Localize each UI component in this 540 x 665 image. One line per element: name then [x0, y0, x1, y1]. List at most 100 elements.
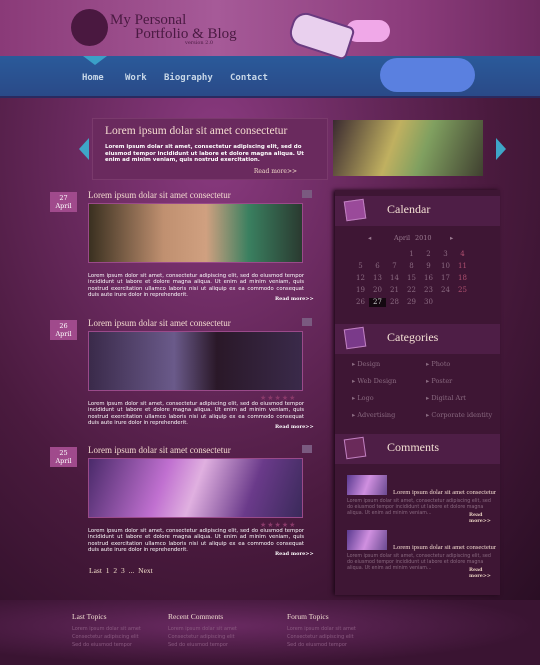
comment-read-more[interactable]: Read more>>: [469, 512, 497, 524]
category-label: Design: [357, 360, 381, 368]
calendar-day[interactable]: 9: [420, 262, 437, 271]
post-image[interactable]: [88, 458, 303, 518]
category-link[interactable]: ▸ Web Design: [352, 377, 426, 385]
footer-link[interactable]: Consectetur adipiscing elit: [168, 633, 237, 641]
calendar-day[interactable]: 16: [420, 274, 437, 283]
featured-read-more[interactable]: Read more>>: [254, 168, 297, 175]
calendar-year: 2010: [415, 234, 432, 242]
footer-link[interactable]: Consectetur adipiscing elit: [72, 633, 141, 641]
calendar-title: Calendar: [387, 202, 431, 216]
calendar-prev-icon[interactable]: ◂: [368, 234, 371, 242]
blog-post: 25 April Lorem ipsum dolar sit amet conse…: [48, 445, 316, 563]
featured-image[interactable]: [333, 120, 483, 176]
calendar-empty-cell: [369, 250, 386, 259]
comment-item: Lorem ipsum dolar sit amet consectetur L…: [347, 530, 497, 580]
post-image[interactable]: [88, 331, 303, 391]
category-label: Digital Art: [431, 394, 466, 402]
categories-list: ▸ Design ▸ Photo ▸ Web Design ▸ Poster ▸…: [352, 360, 506, 419]
calendar-day-today[interactable]: 27: [369, 298, 386, 307]
calendar-day[interactable]: 4: [454, 250, 471, 259]
calendar-day[interactable]: 20: [369, 286, 386, 295]
nav-biography[interactable]: Biography: [164, 73, 213, 83]
post-read-more[interactable]: Read more>>: [275, 296, 314, 302]
calendar-month: April: [394, 234, 411, 242]
category-label: Photo: [431, 360, 451, 368]
footer-heading: Recent Comments: [168, 612, 224, 621]
pager-pages[interactable]: 1 2 3 ...: [106, 566, 135, 575]
blog-post: 26 April Lorem ipsum dolar sit amet conse…: [48, 318, 316, 436]
post-title[interactable]: Lorem ipsum dolar sit amet consectetur: [88, 445, 231, 455]
calendar-day[interactable]: 17: [437, 274, 454, 283]
calendar-day[interactable]: 8: [403, 262, 420, 271]
comment-bubble-icon[interactable]: [302, 190, 312, 198]
calendar-day[interactable]: 22: [403, 286, 420, 295]
comment-bubble-icon[interactable]: [302, 318, 312, 326]
calendar-day[interactable]: 29: [403, 298, 420, 307]
nav-home[interactable]: Home: [82, 73, 104, 83]
footer-link[interactable]: Lorem ipsum dolar sit amet: [72, 625, 141, 633]
calendar-day[interactable]: 28: [386, 298, 403, 307]
comment-title[interactable]: Lorem ipsum dolar sit amet consectetur: [393, 544, 496, 551]
calendar-day[interactable]: 10: [437, 262, 454, 271]
category-link[interactable]: ▸ Advertising: [352, 411, 426, 419]
nav-contact[interactable]: Contact: [230, 73, 268, 83]
calendar-day[interactable]: 7: [386, 262, 403, 271]
category-link[interactable]: ▸ Digital Art: [426, 394, 506, 402]
post-title[interactable]: Lorem ipsum dolar sit amet consectetur: [88, 318, 231, 328]
calendar-day[interactable]: 2: [420, 250, 437, 259]
category-label: Web Design: [357, 377, 397, 385]
calendar-day[interactable]: 19: [352, 286, 369, 295]
featured-title[interactable]: Lorem ipsum dolar sit amet consectetur: [105, 125, 287, 137]
calendar-day[interactable]: 25: [454, 286, 471, 295]
slider-next-arrow-icon[interactable]: [496, 138, 506, 160]
calendar-header: Calendar: [335, 196, 500, 226]
pager-next[interactable]: Next: [138, 566, 153, 575]
category-link[interactable]: ▸ Logo: [352, 394, 426, 402]
footer-link[interactable]: Lorem ipsum dolar sit amet: [287, 625, 356, 633]
calendar-day[interactable]: 23: [420, 286, 437, 295]
comments-note-icon: [343, 436, 367, 460]
slider-prev-arrow-icon[interactable]: [79, 138, 89, 160]
footer-link[interactable]: Sed do eiusmod tempor: [72, 641, 141, 649]
calendar-day[interactable]: 12: [352, 274, 369, 283]
calendar-day[interactable]: 21: [386, 286, 403, 295]
footer-link[interactable]: Sed do eiusmod tempor: [287, 641, 356, 649]
comment-title[interactable]: Lorem ipsum dolar sit amet consectetur: [393, 489, 496, 496]
nav-work[interactable]: Work: [125, 73, 147, 83]
post-image[interactable]: [88, 203, 303, 263]
comment-thumbnail[interactable]: [347, 475, 387, 495]
category-link[interactable]: ▸ Corporate identity: [426, 411, 506, 419]
post-read-more[interactable]: Read more>>: [275, 424, 314, 430]
categories-folder-icon: [343, 326, 367, 350]
footer-heading: Last Topics: [72, 612, 107, 621]
calendar-day[interactable]: 6: [369, 262, 386, 271]
calendar-day[interactable]: 14: [386, 274, 403, 283]
pager-last[interactable]: Last: [89, 566, 102, 575]
blog-post: 27 April Lorem ipsum dolar sit amet conse…: [48, 190, 316, 308]
calendar-next-icon[interactable]: ▸: [450, 234, 453, 242]
comment-thumbnail[interactable]: [347, 530, 387, 550]
calendar-day[interactable]: 1: [403, 250, 420, 259]
comment-read-more[interactable]: Read more>>: [469, 567, 497, 579]
comment-bubble-icon[interactable]: [302, 445, 312, 453]
footer-link[interactable]: Consectetur adipiscing elit: [287, 633, 356, 641]
calendar-day[interactable]: 18: [454, 274, 471, 283]
calendar-day[interactable]: 11: [454, 262, 471, 271]
calendar-day[interactable]: 5: [352, 262, 369, 271]
calendar-day[interactable]: 3: [437, 250, 454, 259]
footer-link[interactable]: Lorem ipsum dolar sit amet: [168, 625, 237, 633]
category-link[interactable]: ▸ Photo: [426, 360, 506, 368]
calendar-day[interactable]: 26: [352, 298, 369, 307]
post-title[interactable]: Lorem ipsum dolar sit amet consectetur: [88, 190, 231, 200]
calendar-day[interactable]: 15: [403, 274, 420, 283]
date-day: 27: [59, 194, 68, 202]
logo-icon[interactable]: [71, 9, 108, 46]
sidebar: Calendar ◂ April 2010 ▸ 1 2 3 4 5 6 7 8 9 10 11 12 1…: [335, 190, 500, 595]
category-link[interactable]: ▸ Design: [352, 360, 426, 368]
category-link[interactable]: ▸ Poster: [426, 377, 506, 385]
post-read-more[interactable]: Read more>>: [275, 551, 314, 557]
calendar-day[interactable]: 13: [369, 274, 386, 283]
calendar-day[interactable]: 24: [437, 286, 454, 295]
calendar-day[interactable]: 30: [420, 298, 437, 307]
footer-link[interactable]: Sed do eiusmod tempor: [168, 641, 237, 649]
